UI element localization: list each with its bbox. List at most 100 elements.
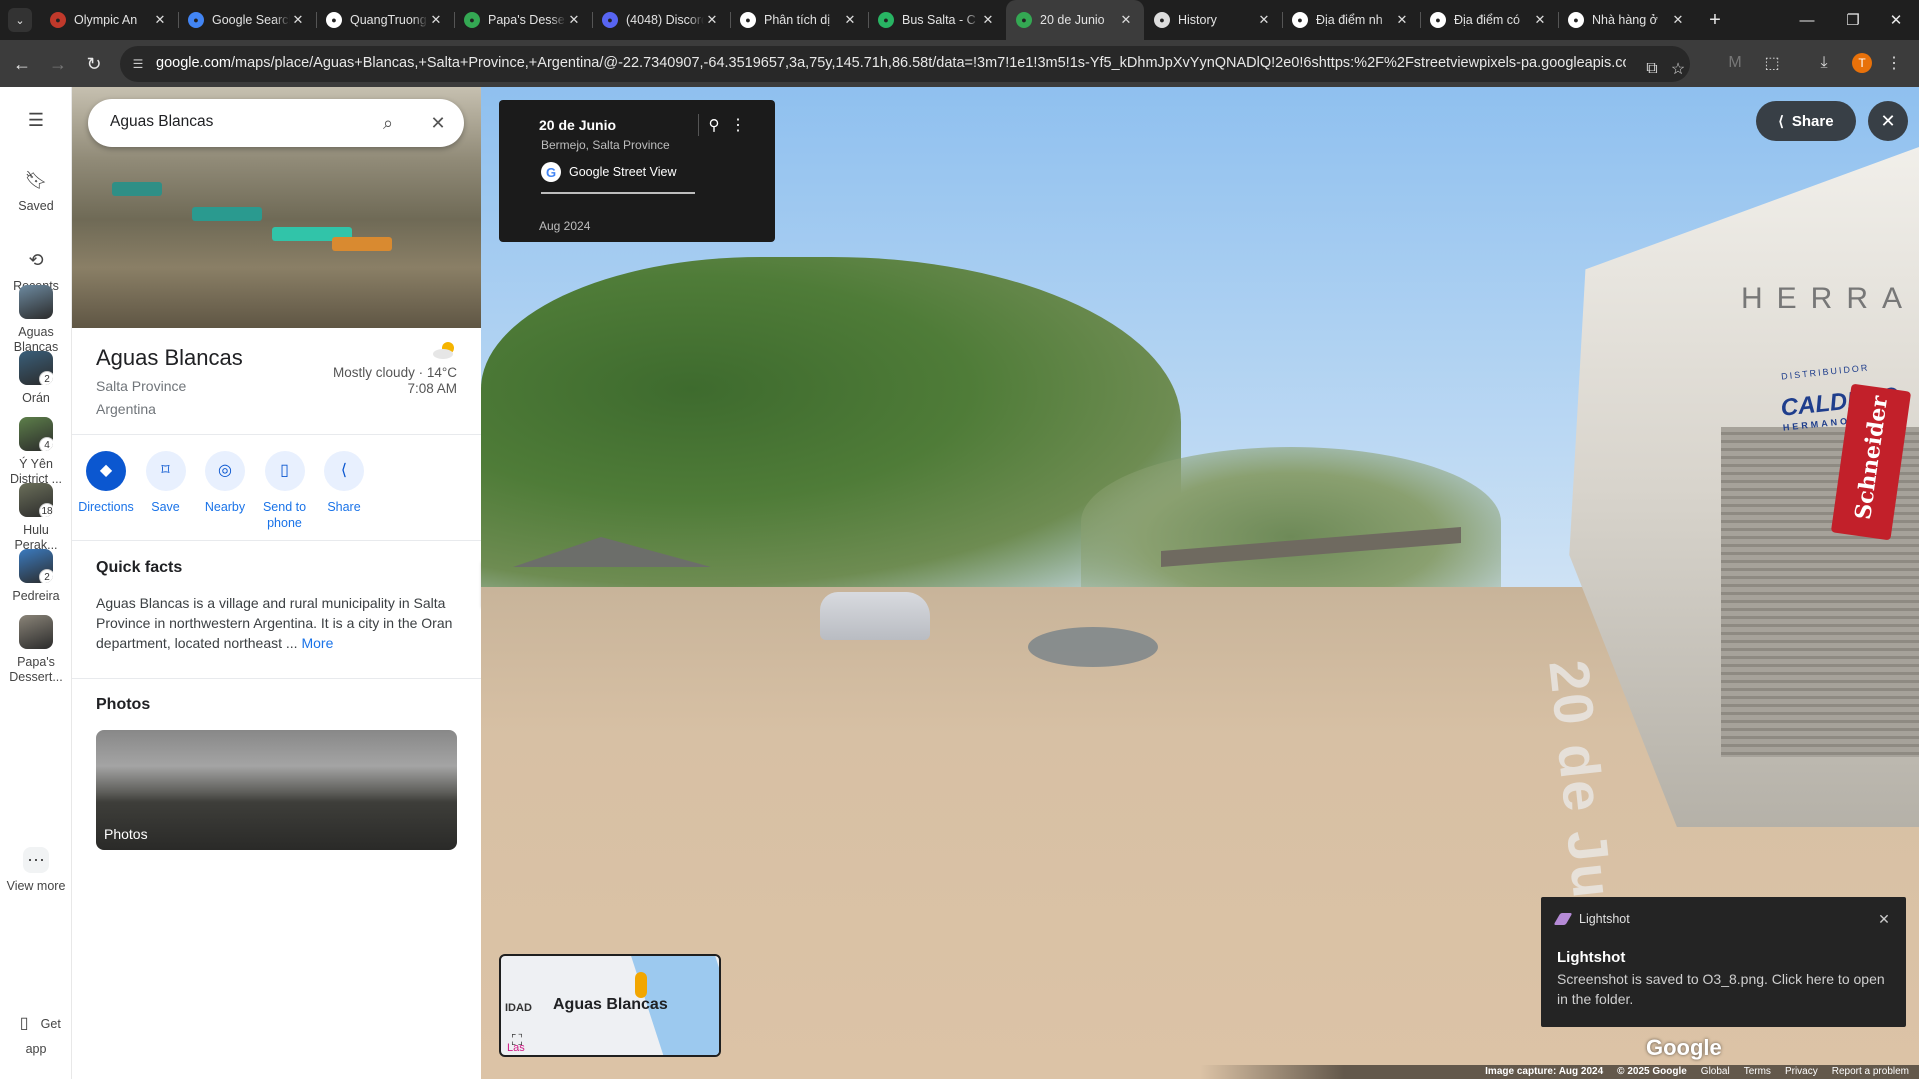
share-icon: ⟨ xyxy=(324,451,364,491)
footer-item[interactable]: Privacy xyxy=(1785,1065,1818,1079)
openai-icon: ● xyxy=(740,12,756,28)
rail-place-1[interactable]: Aguas Blancas xyxy=(0,285,72,355)
close-window-button[interactable]: ✕ xyxy=(1873,0,1919,40)
sv-date[interactable]: Aug 2024 xyxy=(539,219,590,233)
history-icon: ● xyxy=(1154,12,1170,28)
close-tab-icon[interactable]: ✕ xyxy=(1118,12,1134,28)
tab-7[interactable]: ● Bus Salta - C ✕ xyxy=(868,0,1006,40)
photos-thumbnail[interactable]: Photos xyxy=(96,730,457,850)
more-horiz-icon: ⋯ xyxy=(23,847,49,873)
search-icon[interactable]: ⌕ xyxy=(376,111,400,135)
search-input[interactable] xyxy=(110,113,350,131)
bookmark-star-icon[interactable]: ☆ xyxy=(1666,57,1690,81)
lightshot-notification[interactable]: Lightshot ✕ Lightshot Screenshot is save… xyxy=(1541,897,1906,1027)
reload-icon: ↻ xyxy=(86,53,102,74)
rail-menu-button[interactable]: ☰ xyxy=(0,107,72,139)
minimize-icon: — xyxy=(1799,11,1815,29)
tab-search-button[interactable]: ⌄ xyxy=(8,8,32,32)
tab-9[interactable]: ● History ✕ xyxy=(1144,0,1282,40)
close-tab-icon[interactable]: ✕ xyxy=(842,12,858,28)
action-share[interactable]: ⟨ Share xyxy=(308,451,380,515)
place-panel: ⌕ ✕ Aguas Blancas Salta Province Argenti… xyxy=(72,87,481,1079)
tab-11[interactable]: ● Địa điểm có ✕ xyxy=(1420,0,1558,40)
tab-4[interactable]: ● Papa's Dessert ✕ xyxy=(454,0,592,40)
close-tab-icon[interactable]: ✕ xyxy=(566,12,582,28)
new-tab-button[interactable]: + xyxy=(1703,8,1727,32)
more-link[interactable]: More xyxy=(301,635,333,651)
tab-3[interactable]: ● QuangTruong ✕ xyxy=(316,0,454,40)
tab-title: Google Search xyxy=(212,13,290,27)
download-icon[interactable]: ⤓ xyxy=(1812,51,1836,75)
close-tab-icon[interactable]: ✕ xyxy=(1256,12,1272,28)
close-tab-icon[interactable]: ✕ xyxy=(1670,12,1686,28)
close-tab-icon[interactable]: ✕ xyxy=(1394,12,1410,28)
clear-search-icon[interactable]: ✕ xyxy=(426,111,450,135)
tab-10[interactable]: ● Địa điểm nh ✕ xyxy=(1282,0,1420,40)
forward-button[interactable]: → xyxy=(44,50,72,78)
tab-1[interactable]: ● Olympic An ✕ xyxy=(40,0,178,40)
footer-item: © 2025 Google xyxy=(1617,1066,1687,1077)
close-tab-icon[interactable]: ✕ xyxy=(290,12,306,28)
tab-8[interactable]: ● 20 de Junio ✕ xyxy=(1006,0,1144,40)
google-logo: Google xyxy=(1646,1035,1722,1060)
open-in-app-icon[interactable]: ⧉ xyxy=(1640,57,1664,81)
notification-app-name: Lightshot xyxy=(1579,912,1630,926)
pegman-icon[interactable] xyxy=(635,972,647,998)
close-tab-icon[interactable]: ✕ xyxy=(704,12,720,28)
footer-item[interactable]: Global xyxy=(1701,1065,1730,1079)
more-vert-icon[interactable]: ⋮ xyxy=(728,114,748,136)
tab-12[interactable]: ● Nhà hàng ở ✕ xyxy=(1558,0,1696,40)
profile-avatar[interactable]: T xyxy=(1852,53,1872,73)
weather-info: Mostly cloudy · 14°C 7:08 AM xyxy=(333,365,457,397)
chrome-menu-icon[interactable]: ⋮ xyxy=(1882,51,1906,75)
location-pin-icon[interactable]: ⚲ xyxy=(704,114,724,136)
place-count-badge: 18 xyxy=(39,503,53,517)
place-thumbnail xyxy=(19,615,53,649)
quick-facts-heading: Quick facts xyxy=(96,559,183,576)
back-button[interactable]: ← xyxy=(8,50,36,78)
close-notification-icon[interactable]: ✕ xyxy=(1876,911,1892,927)
search-box[interactable]: ⌕ ✕ xyxy=(88,99,464,147)
sv-provider-text: Google Street View xyxy=(569,165,677,179)
tab-title: Nhà hàng ở xyxy=(1592,13,1658,27)
notification-message[interactable]: Screenshot is saved to O3_8.png. Click h… xyxy=(1557,969,1887,1009)
reload-button[interactable]: ↻ xyxy=(80,50,108,78)
rail-saved[interactable]: 🔖︎ Saved xyxy=(0,167,72,214)
rail-place-3[interactable]: 4 Ý Yên District ... xyxy=(0,417,72,487)
tab-2[interactable]: ● Google Search ✕ xyxy=(178,0,316,40)
get-app-button[interactable]: ▯ Get app xyxy=(0,1010,72,1056)
footer-item[interactable]: Report a problem xyxy=(1832,1065,1909,1079)
close-street-view-button[interactable]: ✕ xyxy=(1868,101,1908,141)
rail-place-2[interactable]: 2 Orán xyxy=(0,351,72,406)
tab-6[interactable]: ● Phân tích dị ✕ xyxy=(730,0,868,40)
place-thumbnail: 18 xyxy=(19,483,53,517)
sv-provider[interactable]: G Google Street View xyxy=(541,162,676,182)
share-button[interactable]: ⟨ Share xyxy=(1756,101,1856,141)
browser-toolbar: ← → ↻ ☰ google.com/maps/place/Aguas+Blan… xyxy=(0,40,1919,87)
minimap-side-label: IDAD xyxy=(505,1002,532,1014)
url-text[interactable]: google.com/maps/place/Aguas+Blancas,+Sal… xyxy=(156,55,1626,71)
footer-item[interactable]: Terms xyxy=(1744,1065,1771,1079)
google-icon: ● xyxy=(188,12,204,28)
rail-view-more[interactable]: ⋯ View more xyxy=(0,847,72,894)
mini-map[interactable]: IDAD Aguas Blancas Las ⛶ xyxy=(499,954,721,1057)
close-tab-icon[interactable]: ✕ xyxy=(980,12,996,28)
map-footer: Image capture: Aug 2024 © 2025 Google Glob… xyxy=(481,1065,1919,1079)
directions-icon: ◆ xyxy=(86,451,126,491)
profile-m-icon[interactable]: M xyxy=(1723,51,1747,75)
expand-map-icon[interactable]: ⛶ xyxy=(507,1030,527,1050)
rail-place-4[interactable]: 18 Hulu Perak... xyxy=(0,483,72,553)
wall-text: HERRA xyxy=(1741,282,1917,315)
site-info-icon[interactable]: ☰ xyxy=(130,56,146,72)
rail-saved-label: Saved xyxy=(18,199,54,213)
rail-place-5[interactable]: 2 Pedreira xyxy=(0,549,72,604)
extensions-icon[interactable]: ⬚ xyxy=(1760,51,1784,75)
close-tab-icon[interactable]: ✕ xyxy=(428,12,444,28)
rail-place-6[interactable]: Papa's Dessert... xyxy=(0,615,72,685)
restore-button[interactable]: ❐ xyxy=(1830,0,1876,40)
close-tab-icon[interactable]: ✕ xyxy=(1532,12,1548,28)
close-tab-icon[interactable]: ✕ xyxy=(152,12,168,28)
address-bar[interactable]: ☰ google.com/maps/place/Aguas+Blancas,+S… xyxy=(120,46,1690,82)
minimize-button[interactable]: — xyxy=(1784,0,1830,40)
tab-5[interactable]: ● (4048) Discord ✕ xyxy=(592,0,730,40)
